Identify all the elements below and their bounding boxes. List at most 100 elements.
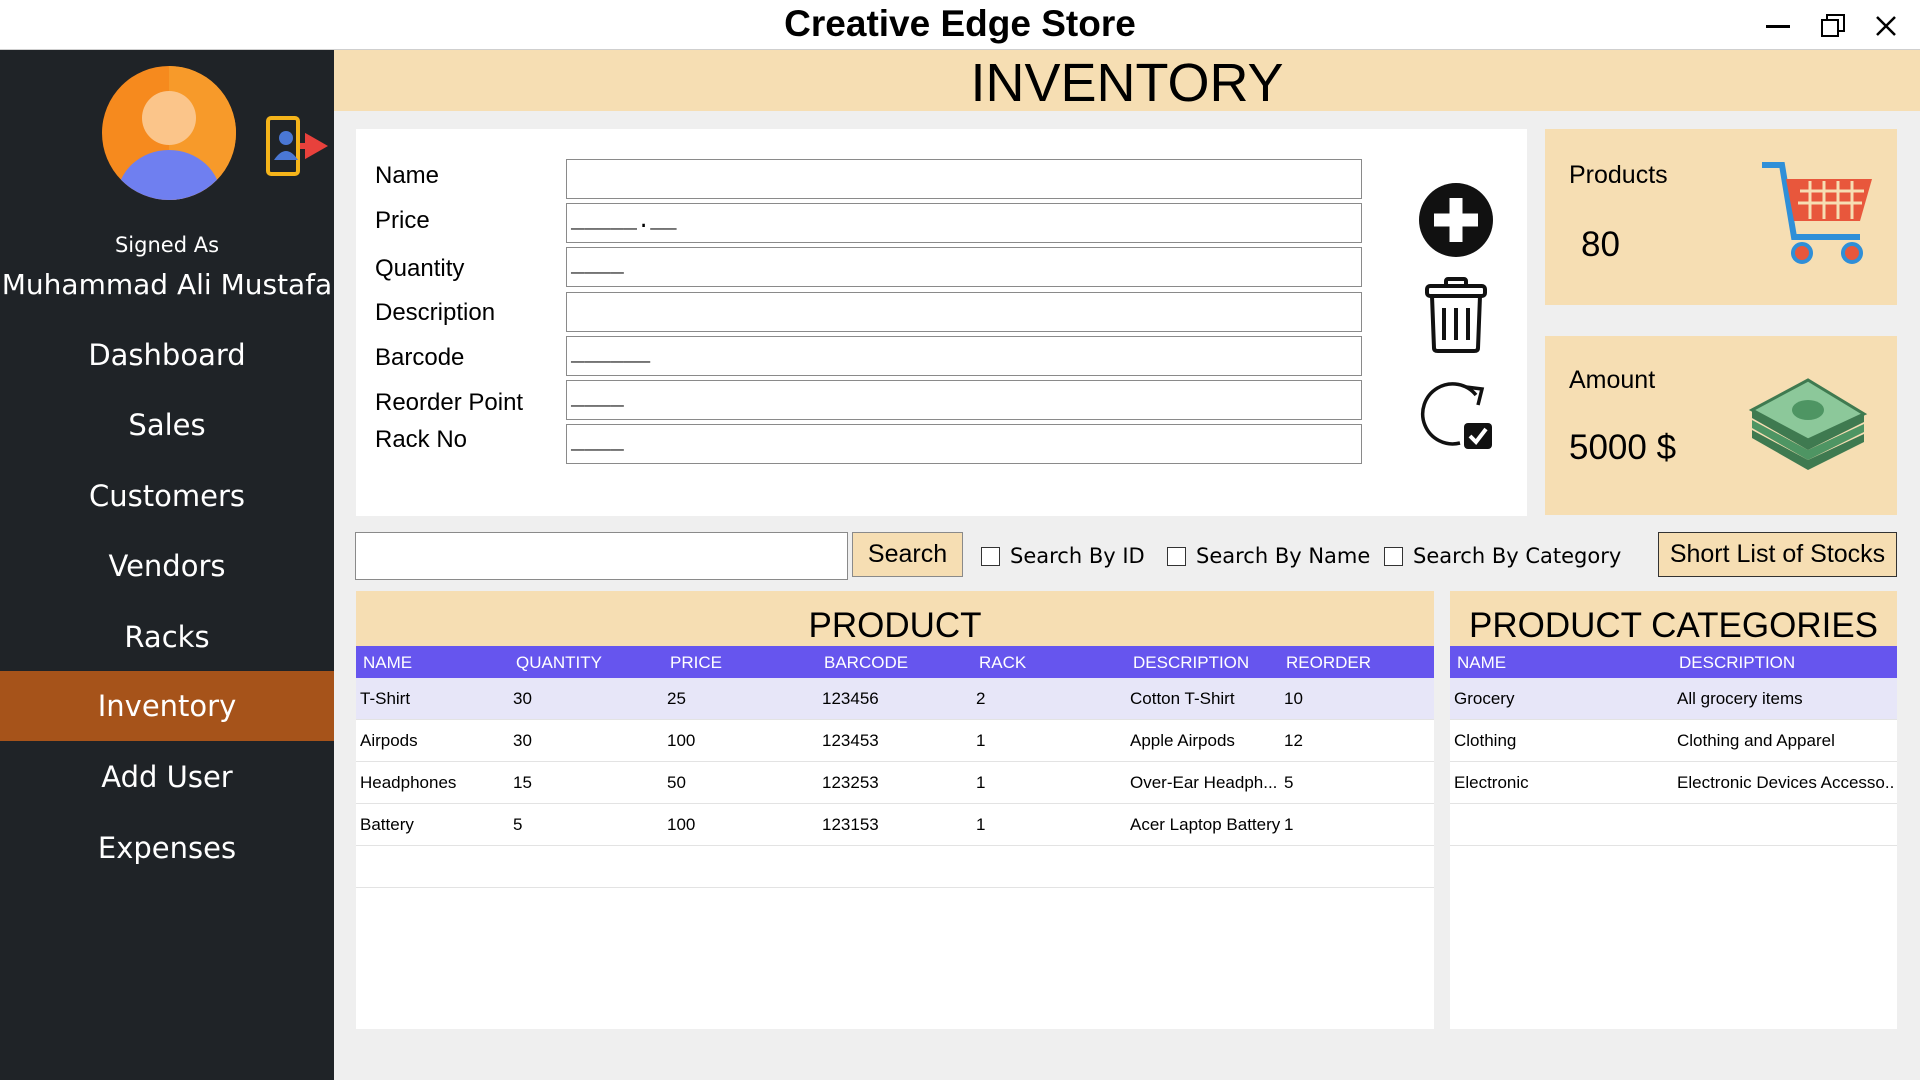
table-cell: 5 bbox=[513, 815, 523, 834]
table-cell: Battery bbox=[360, 815, 414, 834]
title-bar: Creative Edge Store bbox=[0, 0, 1920, 50]
description-label: Description bbox=[375, 299, 496, 326]
table-cell: Acer Laptop Battery bbox=[1130, 815, 1280, 834]
barcode-label: Barcode bbox=[375, 344, 465, 371]
description-input[interactable] bbox=[566, 292, 1362, 332]
table-cell: T-Shirt bbox=[360, 689, 411, 708]
nav-item-customers[interactable]: Customers bbox=[0, 461, 334, 531]
table-cell: 12 bbox=[1284, 731, 1303, 750]
table-row[interactable]: Electronic Electronic Devices Accesso... bbox=[1450, 762, 1897, 804]
table-row[interactable]: Airpods 30 100 123453 1 Apple Airpods 12 bbox=[356, 720, 1434, 762]
column-header[interactable]: QUANTITY bbox=[516, 653, 602, 673]
search-by-category-checkbox[interactable]: Search By Category bbox=[1384, 544, 1621, 568]
nav-item-inventory[interactable]: Inventory bbox=[0, 671, 334, 741]
categories-table-title: PRODUCT CATEGORIES bbox=[1450, 591, 1897, 646]
nav-item-dashboard[interactable]: Dashboard bbox=[0, 320, 334, 390]
column-header[interactable]: REORDER bbox=[1286, 653, 1371, 673]
table-row[interactable]: T-Shirt 30 25 123456 2 Cotton T-Shirt 10 bbox=[356, 678, 1434, 720]
product-categories-table: PRODUCT CATEGORIES NAME DESCRIPTION Groc… bbox=[1450, 591, 1897, 1029]
table-cell: 1 bbox=[976, 815, 986, 834]
product-table: PRODUCT NAME QUANTITY PRICE BARCODE RACK… bbox=[356, 591, 1434, 1029]
nav-item-vendors[interactable]: Vendors bbox=[0, 531, 334, 601]
empty-table-row[interactable] bbox=[356, 846, 1434, 888]
price-input[interactable]: _____.__ bbox=[566, 203, 1362, 243]
products-count: 80 bbox=[1581, 225, 1620, 264]
checkbox-box bbox=[1384, 546, 1403, 566]
column-header[interactable]: NAME bbox=[1457, 653, 1506, 673]
quantity-input[interactable]: ____ bbox=[566, 247, 1362, 287]
column-header[interactable]: BARCODE bbox=[824, 653, 908, 673]
short-list-of-stocks-button[interactable]: Short List of Stocks bbox=[1658, 532, 1897, 577]
product-form: Name Price _____.__ Quantity ____ Descri… bbox=[356, 129, 1527, 516]
products-card: Products 80 bbox=[1545, 129, 1897, 305]
rack-no-label: Rack No bbox=[375, 426, 468, 453]
name-input[interactable] bbox=[566, 159, 1362, 199]
empty-table-row[interactable] bbox=[1450, 804, 1897, 846]
logout-icon[interactable] bbox=[264, 114, 328, 178]
table-cell: Over-Ear Headph... bbox=[1130, 773, 1278, 792]
table-row[interactable]: Battery 5 100 123153 1 Acer Laptop Batte… bbox=[356, 804, 1434, 846]
table-cell: 123453 bbox=[822, 731, 879, 750]
table-cell: 15 bbox=[513, 773, 532, 792]
table-cell: Cotton T-Shirt bbox=[1130, 689, 1235, 708]
table-cell: 100 bbox=[667, 815, 696, 834]
table-cell: Clothing and Apparel bbox=[1677, 731, 1835, 750]
table-cell: 50 bbox=[667, 773, 686, 792]
nav-item-racks[interactable]: Racks bbox=[0, 602, 334, 672]
checkbox-box bbox=[1167, 546, 1186, 566]
price-label: Price bbox=[375, 207, 430, 234]
name-label: Name bbox=[375, 162, 440, 189]
reorder-point-input[interactable]: ____ bbox=[566, 380, 1362, 420]
table-cell: 1 bbox=[976, 731, 986, 750]
restore-button[interactable] bbox=[1813, 6, 1853, 46]
table-cell: Headphones bbox=[360, 773, 457, 792]
search-by-name-checkbox[interactable]: Search By Name bbox=[1167, 544, 1370, 568]
reorder-point-label: Reorder Point bbox=[375, 389, 524, 416]
table-row[interactable]: Grocery All grocery items bbox=[1450, 678, 1897, 720]
barcode-input[interactable]: ______ bbox=[566, 336, 1362, 376]
table-cell: 123153 bbox=[822, 815, 879, 834]
table-row[interactable]: Clothing Clothing and Apparel bbox=[1450, 720, 1897, 762]
close-button[interactable] bbox=[1866, 6, 1906, 46]
amount-value: 5000 $ bbox=[1569, 428, 1677, 467]
nav-item-add-user[interactable]: Add User bbox=[0, 742, 334, 812]
table-cell: 1 bbox=[1284, 815, 1294, 834]
trash-icon[interactable] bbox=[1424, 276, 1488, 354]
table-cell: 123253 bbox=[822, 773, 879, 792]
user-avatar-icon bbox=[102, 66, 236, 200]
table-cell: Electronic Devices Accesso... bbox=[1677, 773, 1895, 792]
table-cell: 100 bbox=[667, 731, 696, 750]
search-by-name-label: Search By Name bbox=[1196, 544, 1371, 568]
table-cell: 25 bbox=[667, 689, 686, 708]
amount-label: Amount bbox=[1569, 366, 1656, 394]
shopping-cart-icon bbox=[1762, 162, 1872, 264]
rack-no-input[interactable]: ____ bbox=[566, 424, 1362, 464]
column-header[interactable]: PRICE bbox=[670, 653, 722, 673]
products-label: Products bbox=[1569, 161, 1668, 189]
search-by-id-checkbox[interactable]: Search By ID bbox=[981, 544, 1145, 568]
refresh-check-icon[interactable] bbox=[1418, 375, 1496, 453]
column-header[interactable]: NAME bbox=[363, 653, 412, 673]
signed-as-label: Signed As bbox=[114, 233, 220, 257]
search-button[interactable]: Search bbox=[852, 532, 963, 577]
minimize-button[interactable] bbox=[1758, 6, 1798, 46]
table-cell: 123456 bbox=[822, 689, 879, 708]
table-row[interactable]: Headphones 15 50 123253 1 Over-Ear Headp… bbox=[356, 762, 1434, 804]
product-table-header: NAME QUANTITY PRICE BARCODE RACK DESCRIP… bbox=[356, 646, 1434, 678]
column-header[interactable]: DESCRIPTION bbox=[1133, 653, 1249, 673]
amount-card: Amount 5000 $ bbox=[1545, 336, 1897, 515]
user-name: Muhammad Ali Mustafa bbox=[1, 268, 333, 301]
table-cell: 1 bbox=[976, 773, 986, 792]
search-input[interactable] bbox=[355, 532, 848, 580]
nav-item-expenses[interactable]: Expenses bbox=[0, 813, 334, 883]
plus-circle-icon[interactable] bbox=[1418, 182, 1494, 258]
column-header[interactable]: RACK bbox=[979, 653, 1026, 673]
money-stack-icon bbox=[1748, 378, 1868, 470]
nav-item-sales[interactable]: Sales bbox=[0, 390, 334, 460]
window-title: Creative Edge Store bbox=[784, 3, 1136, 44]
search-by-id-label: Search By ID bbox=[1010, 544, 1145, 568]
close-icon bbox=[1876, 16, 1896, 36]
column-header[interactable]: DESCRIPTION bbox=[1679, 653, 1795, 673]
table-cell: 30 bbox=[513, 731, 532, 750]
minimize-icon bbox=[1766, 25, 1790, 28]
